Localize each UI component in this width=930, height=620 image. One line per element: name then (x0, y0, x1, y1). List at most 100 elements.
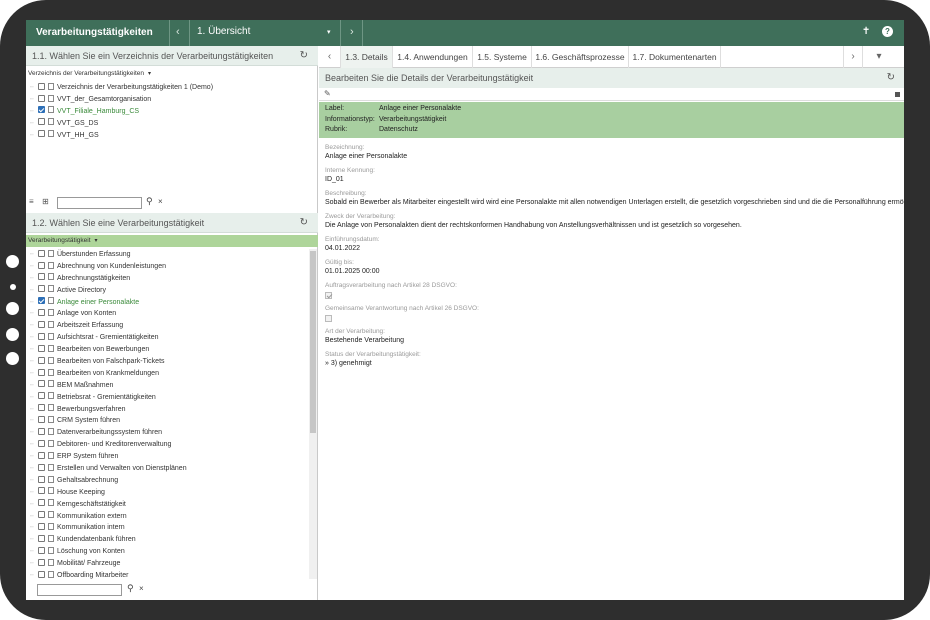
tree-checkbox[interactable] (38, 535, 45, 543)
field-value[interactable]: Die Anlage von Personalakten dient der r… (325, 221, 900, 230)
close-icon[interactable]: × (158, 197, 163, 206)
tree-item[interactable]: ┄ Arbeitszeit Erfassung (26, 320, 318, 332)
tree-checkbox[interactable] (38, 106, 45, 114)
tree-item[interactable]: ┄ Kundendatenbank führen (26, 534, 318, 546)
tree-checkbox[interactable] (38, 463, 45, 471)
tree-checkbox[interactable] (38, 285, 45, 293)
search-icon[interactable]: ⚲ (146, 196, 153, 207)
scrollbar-thumb[interactable] (310, 251, 316, 433)
tree-checkbox[interactable] (38, 416, 45, 424)
tree-item[interactable]: ┄ BEM Maßnahmen (26, 380, 318, 392)
tree-checkbox[interactable] (38, 499, 45, 507)
tree-checkbox[interactable] (38, 130, 45, 138)
tree-checkbox[interactable] (38, 523, 45, 531)
tree-checkbox[interactable] (38, 546, 45, 554)
tree-item[interactable]: ┄ Debitoren- und Kreditorenverwaltung (26, 439, 318, 451)
tree-item[interactable]: ┄ Kerngeschäftstätigkeit (26, 499, 318, 511)
tree-checkbox[interactable] (38, 570, 45, 578)
field-value[interactable]: » 3) genehmigt (325, 359, 900, 368)
field-value[interactable]: Anlage einer Personalakte (325, 152, 900, 161)
field-checkbox[interactable] (325, 315, 332, 322)
refresh-icon[interactable]: ↻ (300, 50, 308, 61)
tree-checkbox[interactable] (38, 321, 45, 328)
tree-checkbox[interactable] (38, 356, 45, 364)
tree-checkbox[interactable] (38, 82, 45, 90)
tree-item[interactable]: ┄ CRM System führen (26, 415, 318, 427)
tree-checkbox[interactable] (38, 558, 45, 566)
activity-filter-input[interactable] (37, 584, 122, 596)
search-icon[interactable]: ⚲ (127, 583, 134, 594)
activity-scrollbar[interactable] (309, 249, 317, 579)
tree-checkbox[interactable] (38, 249, 45, 257)
list-icon[interactable]: ≡ (29, 197, 34, 206)
collapse-icon[interactable] (895, 92, 900, 97)
tree-item[interactable]: ┄ House Keeping (26, 487, 318, 499)
tree-item[interactable]: ┄ Abrechnung von Kundenleistungen (26, 261, 318, 273)
tree-checkbox[interactable] (38, 297, 45, 305)
tree-item[interactable]: ┄ Datenverarbeitungssystem führen (26, 427, 318, 439)
field-value[interactable]: 01.01.2025 00:00 (325, 267, 900, 276)
tree-checkbox[interactable] (38, 368, 45, 376)
tree-item[interactable]: ┄ Active Directory (26, 285, 318, 297)
close-icon[interactable]: × (139, 584, 144, 593)
tree-checkbox[interactable] (38, 380, 45, 388)
tree-checkbox[interactable] (38, 392, 45, 400)
tree-checkbox[interactable] (38, 273, 45, 281)
field-value[interactable]: 04.01.2022 (325, 244, 900, 253)
tree-checkbox[interactable] (38, 451, 45, 459)
tree-item[interactable]: ┄ Aufsichtsrat - Gremientätigkeiten (26, 332, 318, 344)
tree-item[interactable]: ┄ Kommunikation intern (26, 522, 318, 534)
tree-item[interactable]: ┄ VVT_GS_DS (26, 118, 318, 130)
field-checkbox[interactable] (325, 292, 332, 299)
tree-item[interactable]: ┄ Anlage einer Personalakte (26, 297, 318, 309)
tab-menu-icon[interactable]: ▾ (869, 46, 889, 68)
pin-icon[interactable]: ✝ (862, 26, 870, 37)
tree-checkbox[interactable] (38, 475, 45, 483)
refresh-icon[interactable]: ↻ (300, 217, 308, 228)
prev-arrow-icon[interactable]: ‹ (176, 26, 180, 38)
tree-item[interactable]: ┄ Mobilität/ Fahrzeuge (26, 558, 318, 570)
directory-filter-input[interactable] (57, 197, 142, 209)
refresh-icon[interactable]: ↻ (887, 72, 895, 83)
tree-checkbox[interactable] (38, 511, 45, 519)
tree-item[interactable]: ┄ Bewerbungsverfahren (26, 404, 318, 416)
chevron-down-icon[interactable]: ▾ (327, 28, 331, 36)
tab-business-processes[interactable]: 1.6. Geschäftsprozesse (532, 46, 629, 68)
tree-checkbox[interactable] (38, 332, 45, 340)
tab-next-icon[interactable]: › (843, 46, 863, 68)
field-value[interactable]: Bestehende Verarbeitung (325, 336, 900, 345)
tree-item[interactable]: ┄ Überstunden Erfassung (26, 249, 318, 261)
tab-details[interactable]: 1.3. Details (341, 46, 393, 68)
tree-item[interactable]: ┄ Verzeichnis der Verarbeitungstätigkeite… (26, 82, 318, 94)
tab-systems[interactable]: 1.5. Systeme (473, 46, 532, 68)
tree-item[interactable]: ┄ Abrechnungstätigkeiten (26, 273, 318, 285)
grid-icon[interactable]: ⊞ (42, 197, 49, 206)
tab-applications[interactable]: 1.4. Anwendungen (393, 46, 473, 68)
tree-checkbox[interactable] (38, 404, 45, 412)
tree-checkbox[interactable] (38, 487, 45, 495)
tree-checkbox[interactable] (38, 118, 45, 126)
tree-checkbox[interactable] (38, 439, 45, 447)
tree-checkbox[interactable] (38, 344, 45, 352)
tree-item[interactable]: ┄ Kommunikation extern (26, 511, 318, 523)
column-header-directory[interactable]: Verzeichnis der Verarbeitungstätigkeiten… (26, 68, 318, 80)
tree-item[interactable]: ┄ Bearbeiten von Falschpark-Tickets (26, 356, 318, 368)
tree-item[interactable]: ┄ Gehaltsabrechnung (26, 475, 318, 487)
next-arrow-icon[interactable]: › (350, 26, 354, 38)
pencil-icon[interactable]: ✎ (324, 89, 331, 98)
tab-prev-icon[interactable]: ‹ (319, 46, 341, 68)
help-button[interactable]: ? (882, 26, 893, 37)
tree-item[interactable]: ┄ Offboarding Mitarbeiter (26, 570, 318, 579)
tree-item[interactable]: ┄ Erstellen und Verwalten von Dienstpläne… (26, 463, 318, 475)
tree-item[interactable]: ┄ Anlage von Konten (26, 308, 318, 320)
column-header-activity[interactable]: Verarbeitungstätigkeit ▾ (26, 235, 318, 247)
tab-document-types[interactable]: 1.7. Dokumentenarten (629, 46, 721, 68)
field-value[interactable]: ID_01 (325, 175, 900, 184)
tree-item[interactable]: ┄ VVT_HH_GS (26, 130, 318, 142)
tree-item[interactable]: ┄ Löschung von Konten (26, 546, 318, 558)
tree-checkbox[interactable] (38, 428, 45, 436)
tree-checkbox[interactable] (38, 94, 45, 102)
tree-checkbox[interactable] (38, 261, 45, 269)
field-value[interactable]: Sobald ein Bewerber als Mitarbeiter eing… (325, 198, 904, 207)
tree-item[interactable]: ┄ Bearbeiten von Bewerbungen (26, 344, 318, 356)
